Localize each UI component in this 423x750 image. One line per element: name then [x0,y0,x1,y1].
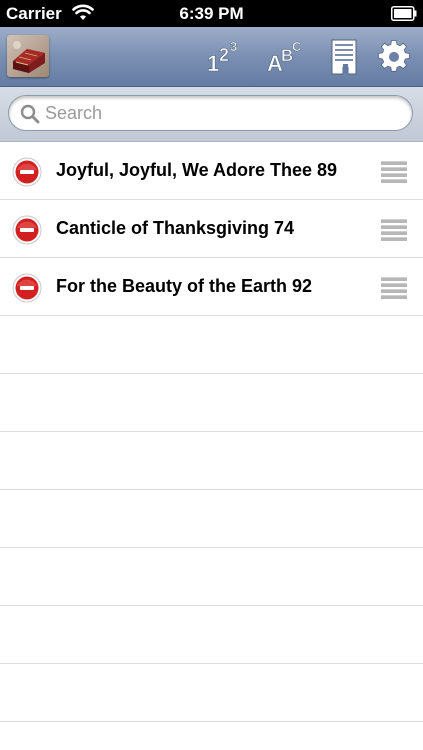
sort-numeric-icon: 1 2 3 [207,39,238,77]
sort-alphabetical-icon: A B C [267,39,303,77]
battery-icon [391,6,417,21]
list-item[interactable]: For the Beauty of the Earth 92 [0,258,423,316]
bookmark-list-button[interactable] [322,35,366,79]
list-item[interactable]: Joyful, Joyful, We Adore Thee 89 [0,142,423,200]
list-item-title: For the Beauty of the Earth 92 [56,276,313,296]
empty-row [0,606,423,664]
reorder-handle-icon[interactable] [381,161,407,183]
search-bar [0,87,423,142]
list-item[interactable]: Canticle of Thanksgiving 74 [0,200,423,258]
search-input[interactable] [45,99,400,127]
empty-row [0,316,423,374]
status-bar: Carrier 6:39 PM [0,0,423,27]
empty-row [0,374,423,432]
empty-row [0,548,423,606]
search-icon [20,104,40,124]
delete-minus-icon[interactable] [12,215,42,245]
reorder-handle-icon[interactable] [381,277,407,299]
delete-minus-icon[interactable] [12,157,42,187]
reorder-handle-icon[interactable] [381,219,407,241]
empty-row [0,664,423,722]
list-item-title: Canticle of Thanksgiving 74 [56,218,295,238]
screen: Carrier 6:39 PM 1 2 3 A B C Search Joyfu… [0,0,423,750]
status-time: 6:39 PM [179,4,244,23]
list-item-title: Joyful, Joyful, We Adore Thee 89 [56,160,338,180]
sort-numeric-glyph-3: 3 [230,39,237,54]
empty-row [0,722,423,750]
toolbar: 1 2 3 A B C [0,27,423,87]
settings-button[interactable] [372,35,416,79]
sort-alphabetical-button[interactable]: A B C [262,35,306,79]
empty-row [0,490,423,548]
delete-minus-icon[interactable] [12,273,42,303]
sort-numeric-glyph-2: 2 [219,45,229,65]
bookmark-list-icon [331,39,357,75]
hymn-list: Joyful, Joyful, We Adore Thee 89 Canticl… [0,142,423,750]
search-field[interactable] [8,95,413,131]
sort-alpha-glyph-c: C [292,39,302,54]
sort-numeric-button[interactable]: 1 2 3 [200,35,244,79]
empty-row [0,432,423,490]
hymnal-book-icon[interactable] [7,35,49,77]
gear-icon [378,40,410,72]
sort-numeric-glyph-1: 1 [207,51,219,76]
